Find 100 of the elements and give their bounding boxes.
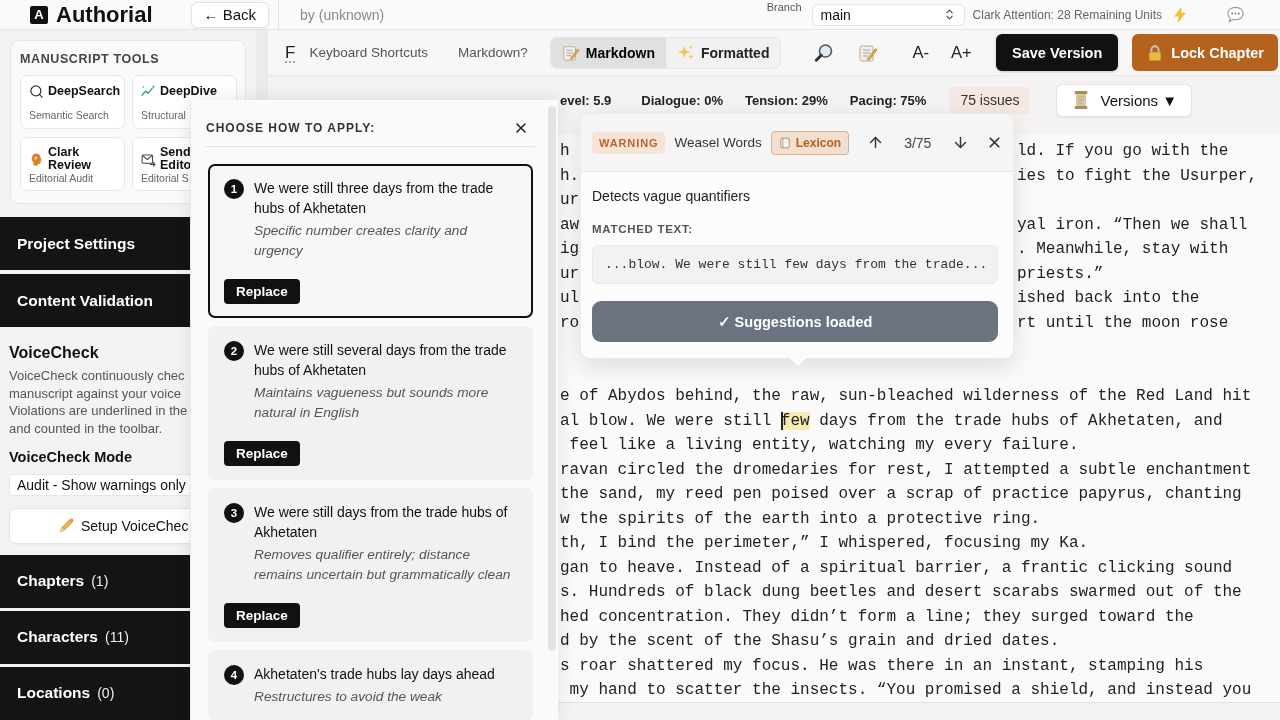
voicecheck-title: VoiceCheck — [9, 343, 99, 363]
lock-icon — [1146, 43, 1165, 62]
tool-subtitle: Editorial S — [141, 172, 189, 184]
mode-label: VoiceCheck Mode — [9, 447, 133, 466]
search-icon[interactable] — [814, 42, 835, 63]
mail-icon — [141, 151, 156, 167]
suggestion-reason: Removes qualifier entirely; distance remains uncertain but grammatically clean — [254, 546, 512, 584]
chat-icon[interactable] — [1226, 5, 1245, 24]
tool-name: Clark Review — [48, 146, 93, 172]
view-mode-tab[interactable]: Markdown — [550, 37, 666, 68]
option-number: 1 — [224, 179, 244, 199]
tool-name: Send Edito — [160, 146, 192, 172]
memo-icon — [561, 43, 580, 62]
stat-text: Dialogue: 0% — [641, 92, 723, 108]
editor-text: priests.” — [1017, 263, 1104, 285]
editor-line: ravan circled the dromedaries for rest, I attempted a subtle enchantment — [560, 459, 1252, 481]
editor-text: . Meanwhile, stay with — [1017, 239, 1229, 260]
suggestion-reason: Maintains vagueness but sounds more natural in English — [254, 384, 490, 422]
matched-label: MATCHED TEXT: — [592, 222, 693, 236]
editor-text: rt until the moon rose — [1017, 312, 1229, 334]
suggestion-text: Akhetaten's trade hubs lay days ahead — [254, 665, 495, 684]
issue-position: 3/75 — [904, 134, 932, 151]
suggestion-card[interactable]: 1 We were still three days from the trade hubs of Akhetaten Specific number creates clarity and urgency Replace — [208, 164, 533, 318]
editor-text: h. — [560, 165, 580, 187]
stat-text: Pacing: 75% — [849, 92, 927, 108]
editor-line: s. Hundreds of black dung beetles and desert scarabs swarmed out of the — [560, 582, 1242, 603]
lock-chapter-button[interactable]: Lock Chapter — [1132, 34, 1278, 71]
book-icon — [778, 136, 791, 149]
replace-button[interactable]: Replace — [224, 279, 300, 304]
logo-mark: A — [30, 5, 48, 24]
editor-text: aw — [560, 214, 580, 236]
trend-icon — [141, 84, 156, 99]
editor-text: ro — [560, 312, 580, 334]
editor-line: the sand, my reed pen poised over a scrap of practice papyrus, chanting — [560, 484, 1242, 505]
font-smaller-button[interactable]: A- — [912, 43, 929, 62]
issues-count: 75 issues — [950, 86, 1030, 114]
item-count: (11) — [105, 629, 129, 646]
editor-line: feel like a living entity, watching my every failure. — [568, 435, 1079, 456]
suggestion-card[interactable]: 4 Akhetaten's trade hubs lay days ahead Restructures to avoid the weak — [208, 650, 533, 720]
option-number: 2 — [224, 341, 244, 361]
back-button[interactable]: ← Back — [190, 1, 270, 28]
tool-subtitle: Semantic Search — [29, 109, 109, 121]
pencil-icon — [58, 517, 75, 535]
editor-line: my hand to scatter the insects. “You promised a shield, and instead you — [568, 680, 1252, 701]
editor-line: al blow. We were still few days from the trade hubs of Akhetaten, and — [560, 410, 1223, 432]
shortcuts-link[interactable]: Keyboard Shortcuts — [309, 45, 428, 60]
editor-text: ul — [560, 288, 580, 309]
editor-text: ies to fight the Usurper, — [1017, 165, 1258, 187]
editor-line: hed concentration. They didn’t form a line; they surged toward the — [560, 606, 1194, 628]
font-larger-button[interactable]: A+ — [950, 43, 972, 62]
suggestion-text: We were still several days from the trade hubs of Akhetaten — [254, 341, 508, 380]
suggestion-card[interactable]: 2 We were still several days from the trade hubs of Akhetaten Maintains vagueness but sounds more natural in English Replace — [208, 326, 533, 480]
tool-button[interactable]: DeepSearch Semantic Search — [20, 75, 125, 129]
app-name: Authorial — [56, 2, 153, 27]
branch-select[interactable]: main — [811, 3, 965, 26]
editor-text: ig — [560, 239, 580, 260]
replace-button[interactable]: Replace — [224, 603, 300, 628]
option-number: 4 — [224, 665, 244, 685]
issue-description: Detects vague quantifiers — [592, 187, 750, 206]
tool-name: DeepDive — [160, 85, 217, 98]
editor-text: ished back into the — [1017, 288, 1200, 309]
editor-text: ur — [560, 190, 580, 211]
font-button[interactable]: F — [285, 42, 296, 63]
category-badge: Lexicon — [770, 130, 850, 155]
option-number: 3 — [224, 503, 244, 523]
editor-line: d by the scent of the Shasu’s grain and dried dates. — [560, 631, 1060, 652]
editor-text: ld. If you go with the — [1017, 141, 1229, 162]
byline: by (unknown) — [300, 6, 385, 23]
suggestion-text: We were still three days from the trade hubs of Akhetaten — [254, 179, 495, 218]
head-icon — [29, 151, 44, 167]
item-count: (1) — [91, 573, 109, 590]
branch-label: Branch — [766, 1, 802, 13]
tool-button[interactable]: Clark Review Editorial Audit — [20, 137, 125, 191]
editor-text: h — [560, 141, 570, 162]
suggestions-status-button[interactable]: ✓ Suggestions loaded — [592, 301, 998, 342]
view-mode-tab[interactable]: Formatted — [666, 37, 781, 68]
save-version-button[interactable]: Save Version — [996, 34, 1119, 71]
editor-text: yal iron. “Then we shall — [1017, 214, 1248, 236]
editor-line: th, I bind the perimeter,” I whispered, focusing my Ka. — [560, 533, 1089, 554]
search-icon — [29, 84, 44, 99]
markdown-help-link[interactable]: Markdown? — [457, 45, 528, 60]
replace-button[interactable]: Replace — [224, 441, 300, 466]
suggestion-card[interactable]: 3 We were still days from the trade hubs of Akhetaten Removes qualifier entirely; distance remains uncertain but grammatically clean Replace — [208, 488, 533, 642]
suggestion-text: We were still days from the trade hubs of Akhetaten — [254, 503, 509, 542]
suggestion-reason: Specific number creates clarity and urgency — [254, 222, 469, 260]
close-icon[interactable] — [513, 120, 529, 136]
tool-subtitle: Editorial Audit — [29, 172, 94, 184]
tool-subtitle: Structural — [141, 109, 186, 121]
editor-line: e of Abydos behind, the raw, sun-bleached wilderness of the Red Land hit — [560, 386, 1252, 407]
stat-text: evel: 5.9 — [560, 92, 612, 108]
editor-line: s roar shattered my focus. He was there in an instant, stamping his — [560, 655, 1204, 677]
tool-name: DeepSearch — [48, 85, 121, 98]
editor-line: w the spirits of the earth into a protective ring. — [560, 508, 1041, 530]
suggestion-reason: Restructures to avoid the weak — [254, 688, 442, 706]
versions-button[interactable]: Versions ▼ — [1055, 83, 1193, 117]
editor-text: ur — [560, 263, 580, 285]
editor-line: gan to heave. Instead of a spiritual barrier, a frantic clicking sound — [560, 557, 1233, 579]
voicecheck-description: VoiceCheck continuously chec manuscript against your voice Violations are underlined in the and counted in the toolbar. — [9, 367, 188, 438]
stat-text: Tension: 29% — [744, 92, 828, 108]
attention-text: Clark Attention: 28 Remaining Units — [972, 7, 1162, 22]
